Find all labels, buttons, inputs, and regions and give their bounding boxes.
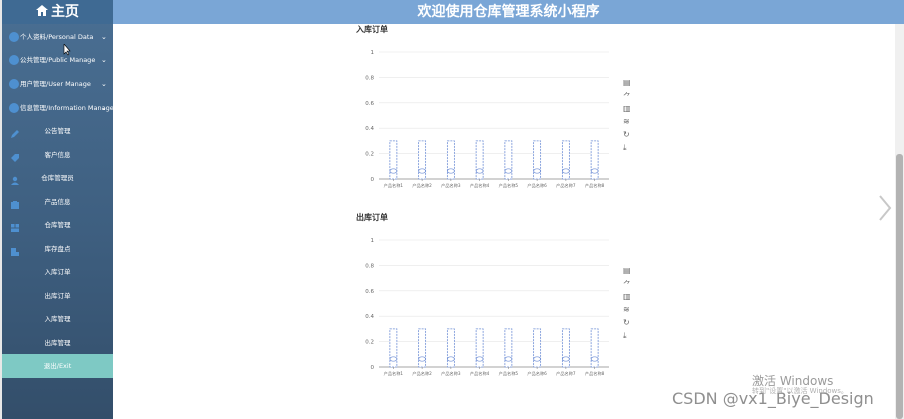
sidebar-item-7[interactable]: 出库订单: [2, 285, 113, 307]
data-view-icon[interactable]: ▤: [623, 78, 631, 87]
sidebar-item-4[interactable]: 仓库管理: [2, 214, 113, 236]
globe-icon: [9, 32, 19, 42]
download-icon[interactable]: ⤓: [623, 143, 627, 153]
x-tick-label: 产品名称7: [556, 370, 576, 377]
globe-icon: [9, 55, 19, 65]
stack-icon[interactable]: ≋: [623, 117, 630, 126]
y-tick-label: 0.8: [365, 263, 374, 269]
sidebar-group-label: 公共管理/Public Manage: [20, 56, 96, 64]
sidebar-item-6[interactable]: 入库订单: [2, 261, 113, 283]
y-tick-label: 0.2: [365, 152, 374, 158]
globe-icon: [9, 103, 19, 113]
mouse-cursor-icon: [63, 44, 71, 56]
main-content: 入库订单 0 0.2 0.4 0.6 0.8 1 产品名称1 产品名称2 产品名称3 产品名称4 产…: [113, 24, 895, 419]
y-tick-label: 0.4: [365, 314, 374, 320]
chevron-down-icon: ⌄: [101, 33, 107, 41]
sidebar-item-label: 仓库管理员: [41, 174, 74, 182]
sidebar-item-2[interactable]: 仓库管理员: [2, 167, 113, 189]
y-tick-label: 1: [371, 50, 375, 56]
page-title: 欢迎使用仓库管理系统小程序: [417, 4, 600, 20]
x-tick-label: 产品名称4: [470, 182, 490, 189]
restore-icon[interactable]: ↻: [623, 318, 630, 327]
sidebar-item-label: 入库订单: [44, 268, 71, 276]
x-tick-label: 产品名称1: [384, 370, 404, 377]
download-icon[interactable]: ⤓: [623, 331, 627, 341]
sidebar-item-label: 出库订单: [44, 291, 71, 300]
y-tick-label: 0.2: [365, 340, 374, 346]
header-bar: 欢迎使用仓库管理系统小程序: [113, 0, 904, 24]
sidebar-item-8[interactable]: 入库管理: [2, 308, 113, 330]
sidebar-item-0[interactable]: 公告管理: [2, 120, 113, 142]
x-tick-label: 产品名称3: [441, 370, 461, 377]
data-view-icon[interactable]: ▤: [623, 266, 631, 275]
sidebar-group-2[interactable]: 用户管理/User Manage ⌄: [2, 73, 113, 95]
x-tick-label: 产品名称1: [384, 182, 404, 189]
exit-button[interactable]: 退出/Exit: [2, 354, 113, 378]
sidebar-group-label: 个人资料/Personal Data: [20, 33, 94, 41]
bar-chart-icon[interactable]: ▥: [623, 292, 631, 301]
home-label: 主页: [51, 4, 79, 20]
sidebar-item-5[interactable]: 库存盘点: [2, 238, 113, 260]
window: 主页 个人资料/Personal Data ⌄ 公共管理/Public Manage…: [0, 0, 904, 419]
chart-title-inbound: 入库订单: [356, 25, 388, 34]
x-tick-label: 产品名称6: [527, 182, 547, 189]
next-arrow-icon[interactable]: [878, 194, 892, 222]
line-chart-icon[interactable]: ⺈: [623, 279, 631, 290]
sidebar-group-label: 用户管理/User Manage: [20, 80, 91, 88]
home-button[interactable]: 主页: [2, 0, 113, 24]
line-chart-icon[interactable]: ⺈: [623, 91, 631, 102]
y-tick-label: 0.8: [365, 75, 374, 81]
scrollbar-thumb[interactable]: [896, 154, 903, 419]
sidebar-item-label: 公告管理: [44, 127, 71, 135]
sidebar-item-3[interactable]: 产品信息: [2, 191, 113, 213]
x-tick-label: 产品名称7: [556, 182, 576, 189]
x-tick-label: 产品名称8: [585, 182, 605, 189]
x-tick-label: 产品名称4: [470, 370, 490, 377]
restore-icon[interactable]: ↻: [623, 130, 630, 139]
sidebar-item-9[interactable]: 出库管理: [2, 332, 113, 354]
x-tick-label: 产品名称2: [412, 182, 432, 189]
stack-icon[interactable]: ≋: [623, 305, 630, 314]
vertical-scrollbar[interactable]: [895, 24, 904, 419]
y-tick-label: 0.6: [365, 101, 374, 107]
chevron-down-icon: ⌄: [101, 80, 107, 88]
chart-outbound-orders: 0 0.2 0.4 0.6 0.8 1 产品名称1 产品名称2 产品名称3 产品名称4 产品名称5 产…: [365, 238, 609, 377]
y-tick-label: 0.4: [365, 126, 374, 132]
y-tick-label: 0: [371, 365, 375, 371]
x-tick-label: 产品名称8: [585, 370, 605, 377]
globe-icon: [9, 79, 19, 89]
x-tick-label: 产品名称5: [499, 370, 519, 377]
x-tick-label: 产品名称5: [499, 182, 519, 189]
sidebar-item-label: 库存盘点: [44, 244, 71, 253]
csdn-watermark: CSDN @vx1_Biye_Design: [672, 389, 874, 408]
x-tick-label: 产品名称6: [527, 370, 547, 377]
sidebar-group-1[interactable]: 公共管理/Public Manage ⌄: [2, 49, 113, 71]
sidebar-item-label: 入库管理: [44, 315, 71, 323]
chevron-down-icon: ⌄: [101, 56, 107, 64]
y-tick-label: 0: [371, 177, 375, 183]
sidebar-item-label: 产品信息: [44, 197, 71, 206]
bar-chart-icon[interactable]: ▥: [623, 104, 631, 113]
sidebar-item-1[interactable]: 客户信息: [2, 144, 113, 166]
y-tick-label: 1: [371, 238, 375, 244]
chart-title-outbound: 出库订单: [356, 213, 388, 222]
x-tick-label: 产品名称2: [412, 370, 432, 377]
sidebar-item-label: 出库管理: [44, 338, 71, 347]
y-tick-label: 0.6: [365, 289, 374, 295]
x-tick-label: 产品名称3: [441, 182, 461, 189]
sidebar-item-label: 仓库管理: [44, 221, 71, 229]
home-icon: [36, 0, 48, 24]
sidebar-item-label: 客户信息: [44, 150, 71, 159]
sidebar: 主页 个人资料/Personal Data ⌄ 公共管理/Public Manage…: [2, 0, 114, 419]
sidebar-group-3[interactable]: 信息管理/Information Manage ⌄: [2, 97, 114, 119]
chevron-down-icon: ⌄: [101, 104, 107, 112]
sidebar-group-0[interactable]: 个人资料/Personal Data ⌄: [2, 26, 113, 48]
sidebar-group-label: 信息管理/Information Manage: [20, 104, 114, 112]
chart-inbound-orders: 0 0.2 0.4 0.6 0.8 1 产品名称1 产品名称2 产品名称3 产品名称4 产品名称5 产…: [365, 50, 609, 189]
